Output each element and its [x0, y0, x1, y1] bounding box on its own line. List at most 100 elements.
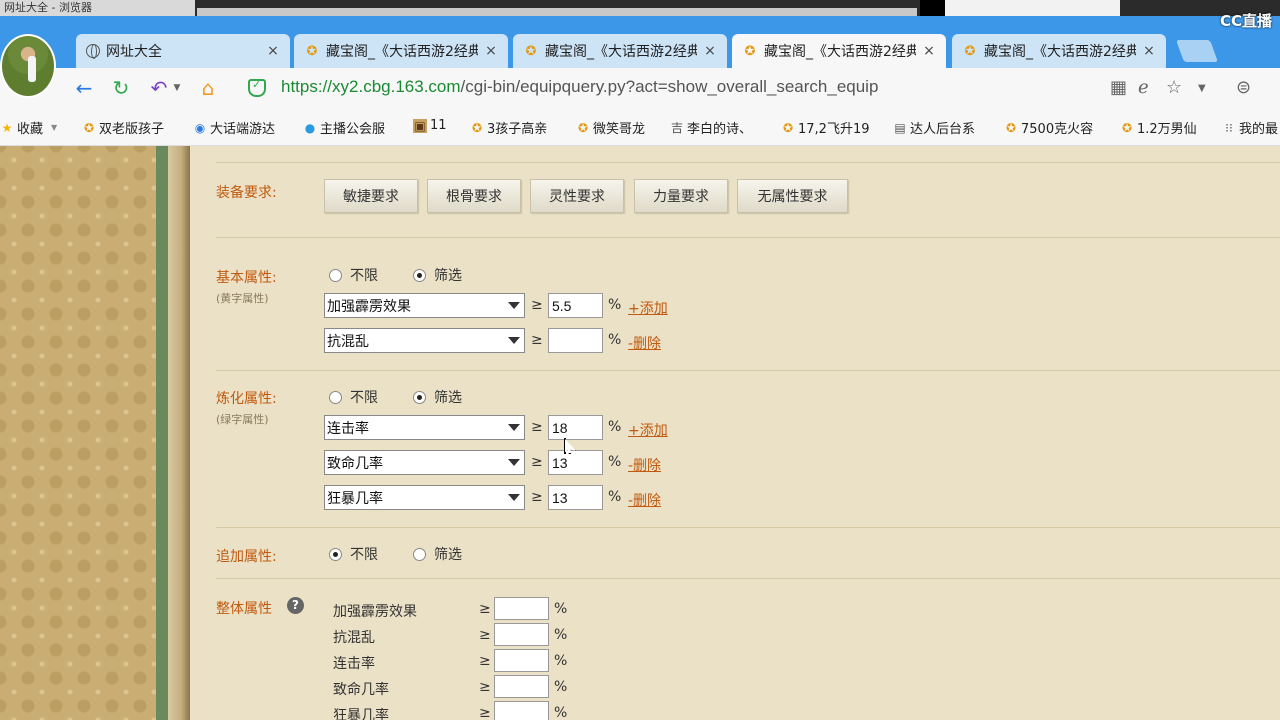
ie-compat-icon[interactable]: ℯ	[1138, 77, 1149, 98]
overall-value-input[interactable]	[494, 623, 549, 646]
bookmark-item[interactable]: ▤ 达人后台系	[893, 118, 975, 138]
spirit-req-button[interactable]: 灵性要求	[530, 179, 624, 213]
undo-icon[interactable]: ↶	[147, 76, 171, 100]
star-icon[interactable]: ☆	[1166, 77, 1182, 98]
add-link[interactable]: +添加	[628, 420, 668, 440]
overall-value-input[interactable]	[494, 701, 549, 720]
divider	[216, 370, 1280, 371]
chevron-down-icon[interactable]: ▼	[172, 76, 182, 100]
bookmark-item[interactable]: ✪ 微笑哥龙	[576, 118, 645, 138]
url-host: xy2.cbg.163.com	[332, 77, 461, 96]
bookmark-item[interactable]: ✪ 3孩子高亲	[470, 118, 547, 138]
overall-attr-name: 抗混乱	[333, 630, 375, 646]
bookmark-item[interactable]: ⁝⁝ 我的最	[1222, 118, 1278, 138]
search-engine-icon[interactable]: ⊜	[1236, 77, 1251, 98]
basic-value-input-2[interactable]	[548, 328, 603, 353]
help-icon[interactable]: ?	[287, 597, 304, 614]
treasure-icon: ✪	[471, 120, 483, 135]
strength-req-button[interactable]: 力量要求	[634, 179, 728, 213]
refresh-icon[interactable]: ↻	[109, 76, 133, 100]
back-arrow-icon[interactable]: ←	[72, 76, 96, 100]
close-icon[interactable]: ×	[922, 43, 936, 59]
ge-symbol: ≥	[531, 454, 543, 470]
extra-radio-unlimited[interactable]: 不限	[329, 544, 378, 564]
bookmark-item[interactable]: ● 主播公会服	[303, 118, 385, 138]
ge-symbol: ≥	[479, 601, 491, 617]
refine-radio-unlimited[interactable]: 不限	[329, 387, 378, 407]
close-icon[interactable]: ×	[703, 43, 717, 59]
tab-treasure-1[interactable]: ✪ 藏宝阁_《大话西游2经典 ×	[294, 34, 508, 68]
avatar[interactable]	[0, 34, 56, 98]
dropdown-arrow-icon	[508, 424, 520, 431]
percent-symbol: %	[554, 705, 568, 720]
radio-button-checked[interactable]	[413, 390, 426, 404]
background-window-block	[920, 0, 945, 16]
address-bar: ← ↻ ↶ ▼ ⌂ https://xy2.cbg.163.com/cgi-bi…	[0, 68, 1280, 108]
bookmark-item[interactable]: ✪ 双老版孩子	[82, 118, 164, 138]
home-icon[interactable]: ⌂	[196, 76, 220, 100]
refine-value-input-1[interactable]: 18	[548, 415, 603, 440]
radio-button[interactable]	[329, 390, 342, 404]
overall-value-input[interactable]	[494, 675, 549, 698]
tab-treasure-active[interactable]: ✪ 藏宝阁_《大话西游2经典 ×	[732, 34, 946, 68]
decorative-border	[168, 146, 190, 720]
no-attr-req-button[interactable]: 无属性要求	[737, 179, 848, 213]
constitution-req-button[interactable]: 根骨要求	[427, 179, 521, 213]
bookmark-favorites[interactable]: ★ 收藏 ▼	[0, 118, 58, 138]
star-icon: ★	[1, 120, 13, 135]
basic-radio-filter[interactable]: 筛选	[413, 265, 462, 285]
delete-link[interactable]: -删除	[628, 333, 661, 353]
delete-link[interactable]: -删除	[628, 490, 661, 510]
overall-value-input[interactable]	[494, 649, 549, 672]
overall-value-input[interactable]	[494, 597, 549, 620]
percent-symbol: %	[608, 489, 622, 505]
percent-symbol: %	[608, 297, 622, 313]
close-icon[interactable]: ×	[266, 43, 280, 59]
bookmark-item[interactable]: ◉ 大话端游达	[193, 118, 275, 138]
radio-button[interactable]	[413, 547, 426, 561]
radio-button-checked[interactable]	[329, 547, 342, 561]
tab-treasure-4[interactable]: ✪ 藏宝阁_《大话西游2经典 ×	[952, 34, 1166, 68]
radio-button[interactable]	[329, 268, 342, 282]
qr-code-icon[interactable]: ▦	[1110, 77, 1127, 98]
bookmark-item[interactable]: ✪ 1.2万男仙	[1120, 118, 1197, 138]
overall-attr-name: 狂暴几率	[333, 708, 389, 720]
treasure-icon: ✪	[1005, 120, 1017, 135]
bookmark-item[interactable]: ▣ 11	[413, 118, 447, 133]
refine-value-input-2[interactable]: 13	[548, 450, 603, 475]
delete-link[interactable]: -删除	[628, 455, 661, 475]
refine-attr-select-2[interactable]: 致命几率	[324, 450, 525, 475]
tab-web-directory[interactable]: 网址大全 ×	[76, 34, 290, 68]
refine-value-input-3[interactable]: 13	[548, 485, 603, 510]
refine-radio-filter[interactable]: 筛选	[413, 387, 462, 407]
basic-value-input-1[interactable]: 5.5	[548, 293, 603, 318]
percent-symbol: %	[554, 601, 568, 617]
agility-req-button[interactable]: 敏捷要求	[324, 179, 418, 213]
bookmark-item[interactable]: ✪ 7500克火容	[1004, 118, 1093, 138]
basic-attr-sublabel: (黄字属性)	[216, 292, 269, 305]
treasure-icon: ✪	[1121, 120, 1133, 135]
basic-attr-select-1[interactable]: 加强霹雳效果	[324, 293, 525, 318]
bookmark-item[interactable]: ✪ 17,2飞升19	[781, 118, 870, 138]
refine-attr-select-1[interactable]: 连击率	[324, 415, 525, 440]
basic-radio-unlimited[interactable]: 不限	[329, 265, 378, 285]
basic-attr-select-2[interactable]: 抗混乱	[324, 328, 525, 353]
ge-symbol: ≥	[479, 653, 491, 669]
chevron-down-icon[interactable]: ▼	[1198, 83, 1206, 94]
security-shield-icon[interactable]	[248, 78, 266, 97]
tree-icon: 吉	[670, 120, 683, 135]
radio-button-checked[interactable]	[413, 268, 426, 282]
refine-attr-select-3[interactable]: 狂暴几率	[324, 485, 525, 510]
dropdown-arrow-icon	[508, 302, 520, 309]
close-icon[interactable]: ×	[484, 43, 498, 59]
url-field[interactable]: https://xy2.cbg.163.com/cgi-bin/equipque…	[281, 77, 878, 97]
close-icon[interactable]: ×	[1142, 43, 1156, 59]
tab-treasure-2[interactable]: ✪ 藏宝阁_《大话西游2经典 ×	[513, 34, 727, 68]
extra-radio-filter[interactable]: 筛选	[413, 544, 462, 564]
apps-icon: ⁝⁝	[1225, 120, 1233, 135]
chevron-down-icon: ▼	[51, 123, 58, 132]
add-link[interactable]: +添加	[628, 298, 668, 318]
percent-symbol: %	[608, 332, 622, 348]
bookmark-item[interactable]: 吉李白的诗、	[670, 118, 752, 138]
user-icon: ●	[304, 120, 316, 135]
